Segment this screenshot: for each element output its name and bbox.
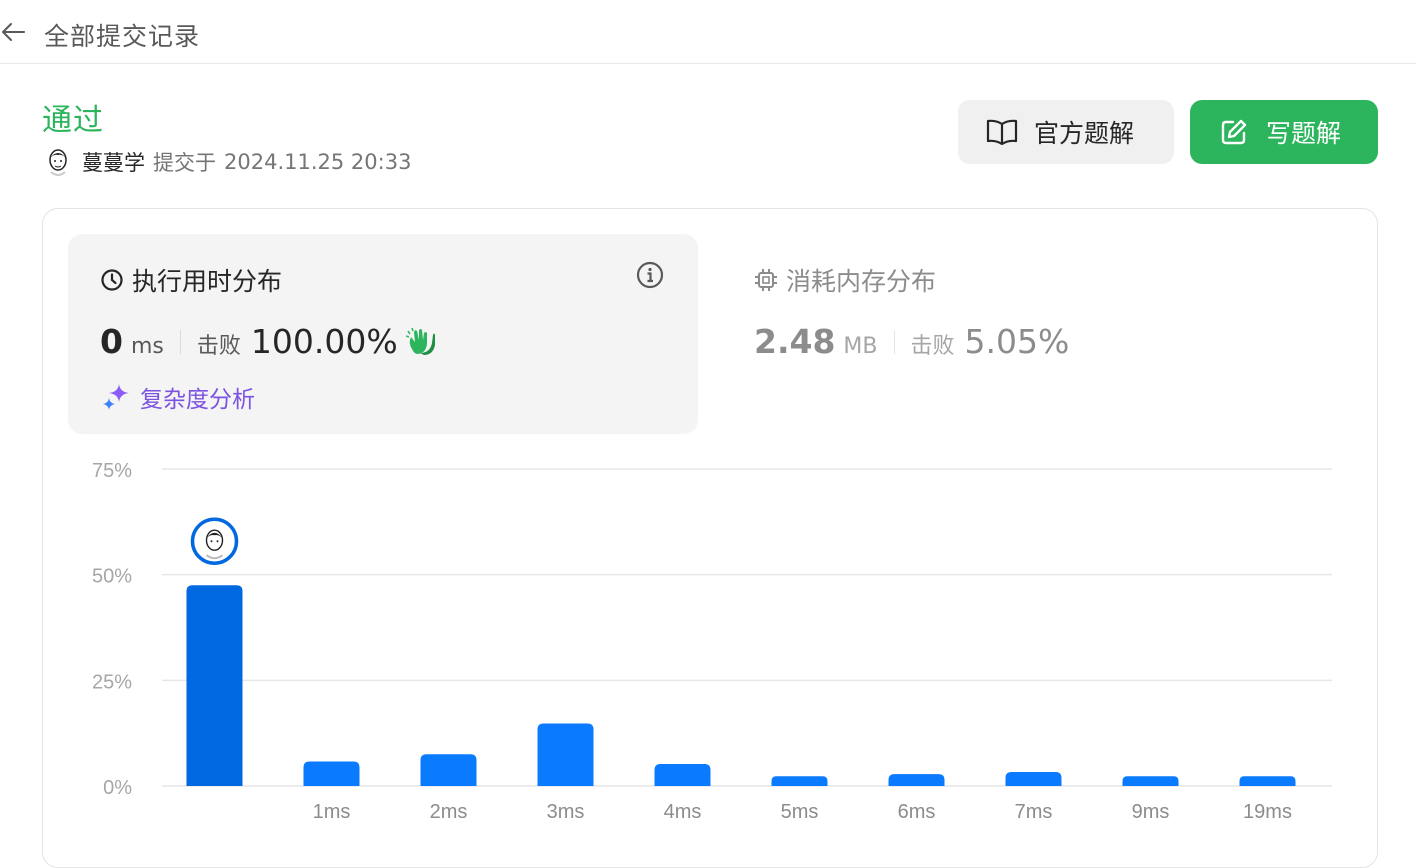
arrow-left-icon[interactable]	[0, 20, 26, 44]
marker-avatar-eye	[216, 540, 219, 543]
bar	[1005, 772, 1062, 786]
bar	[420, 754, 477, 786]
write-solution-label: 写题解	[1266, 120, 1342, 148]
x-tick-label: 7ms	[1015, 801, 1053, 823]
page-title: 全部提交记录	[44, 22, 201, 51]
x-tick-label: 1ms	[313, 801, 351, 823]
submit-label: 提交于	[153, 151, 216, 175]
memory-value: 2.48	[754, 322, 836, 361]
x-tick-label: 6ms	[898, 801, 936, 823]
official-solution-button[interactable]: 官方题解	[958, 100, 1174, 164]
bar	[537, 723, 594, 786]
memory-beats-label: 击败	[910, 334, 955, 359]
runtime-unit: ms	[130, 334, 164, 359]
memory-title[interactable]: 消耗内存分布	[754, 262, 936, 298]
runtime-beats-value: 100.00%	[250, 322, 398, 361]
memory-beats-value: 5.05%	[964, 322, 1070, 361]
x-tick-label: 3ms	[547, 801, 585, 823]
divider	[893, 329, 895, 354]
x-tick-label: 19ms	[1243, 801, 1292, 823]
bar	[303, 761, 360, 786]
submit-time: 2024.11.25 20:33	[224, 150, 412, 174]
runtime-title: 执行用时分布	[100, 262, 282, 298]
submitter-info: 蔓蔓学 提交于 2024.11.25 20:33	[46, 147, 411, 177]
bar	[771, 776, 828, 786]
username[interactable]: 蔓蔓学	[82, 147, 145, 177]
runtime-beats-label: 击败	[196, 334, 241, 359]
y-tick-label: 50%	[92, 566, 132, 588]
official-solution-label: 官方题解	[1034, 120, 1135, 148]
bar	[1122, 776, 1179, 786]
bar	[1239, 776, 1296, 786]
memory-title-text: 消耗内存分布	[786, 267, 937, 296]
top-bar: 全部提交记录	[0, 0, 1416, 64]
marker-avatar-eye	[210, 540, 213, 543]
runtime-title-text: 执行用时分布	[132, 267, 283, 296]
edit-icon	[1221, 119, 1247, 145]
runtime-value: 0	[100, 322, 123, 361]
x-tick-label: 9ms	[1132, 801, 1170, 823]
info-icon[interactable]	[636, 261, 664, 289]
chip-icon	[755, 269, 777, 291]
submission-status: 通过	[42, 103, 104, 138]
y-tick-label: 0%	[103, 777, 132, 799]
bar	[186, 585, 243, 786]
x-tick-label: 4ms	[664, 801, 702, 823]
book-open-icon	[986, 119, 1018, 145]
write-solution-button[interactable]: 写题解	[1190, 100, 1378, 164]
runtime-distribution-chart[interactable]: 0% 25% 50% 75% 1ms 2ms 3ms 4ms 5ms 6ms 7ms 9ms 19ms	[60, 450, 1360, 840]
x-tick-label: 2ms	[430, 801, 468, 823]
clock-icon	[101, 269, 123, 291]
sparkle-icon	[103, 384, 129, 410]
memory-unit: MB	[843, 334, 878, 359]
y-tick-label: 75%	[92, 460, 132, 482]
clap-hands-icon	[405, 327, 435, 355]
bar	[888, 774, 945, 786]
avatar[interactable]	[46, 148, 70, 176]
y-tick-label: 25%	[92, 671, 132, 693]
runtime-stats: 0 ms 击败 100.00%	[100, 322, 438, 361]
x-tick-label: 5ms	[781, 801, 819, 823]
memory-stats: 2.48 MB 击败 5.05%	[754, 322, 1069, 361]
complexity-analysis-link[interactable]: 复杂度分析	[102, 380, 255, 414]
divider	[179, 329, 181, 354]
bar	[654, 764, 711, 786]
complexity-analysis-label: 复杂度分析	[140, 387, 255, 413]
